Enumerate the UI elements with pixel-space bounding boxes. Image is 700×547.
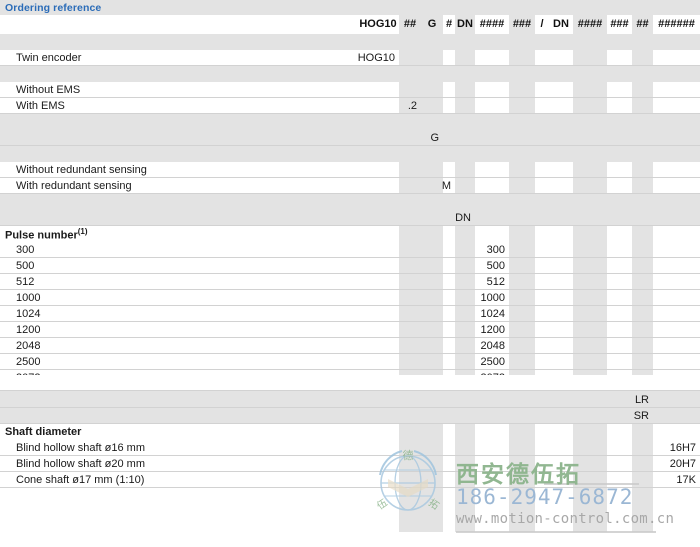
row-background: [0, 34, 700, 50]
option-label: Twin encoder: [16, 52, 82, 64]
ordering-rows: Product Twin encoder HOG10 EMS - Enhanced M…: [0, 34, 700, 402]
option-label: Blind hollow shaft ø16 mm: [16, 442, 145, 454]
option-code: LR: [634, 394, 649, 406]
option-label: With redundant sensing: [16, 180, 132, 192]
svg-text:伍: 伍: [375, 497, 390, 513]
option-label: Without EMS: [16, 84, 81, 96]
option-code: M: [441, 180, 451, 192]
option-row[interactable]: K1, K2, K0DN: [0, 210, 700, 226]
section-header-row: Product: [0, 34, 700, 50]
footnote-marker: (1): [77, 226, 88, 236]
option-row[interactable]: Blind hollow shaft ø16 mm 16H7: [0, 440, 700, 456]
row-background: [0, 146, 700, 162]
option-label: 512: [16, 276, 35, 288]
section-header-row: Pulse number(1): [0, 226, 700, 242]
option-code: DN: [455, 212, 471, 224]
option-row[interactable]: 1200 1200: [0, 322, 700, 338]
option-label: 2048: [16, 340, 41, 352]
row-background: [0, 375, 700, 391]
option-label: With EMS: [16, 100, 65, 112]
option-label: Without redundant sensing: [16, 164, 147, 176]
option-row[interactable]: 1000 1000: [0, 290, 700, 306]
option-row[interactable]: Blind hollow shaft ø20 mm 20H7: [0, 456, 700, 472]
section-label: Shaft diameter: [5, 426, 82, 438]
code-header-cell: ##: [399, 15, 421, 34]
code-header-cell: ####: [475, 15, 509, 34]
option-row[interactable]: With EMS .2: [0, 98, 700, 114]
code-header-cell: ##: [632, 15, 653, 34]
option-code: SR: [633, 410, 649, 422]
row-background: [0, 114, 700, 130]
code-header-cell: /: [535, 15, 549, 34]
option-row[interactable]: Without EMS: [0, 82, 700, 98]
code-header-cell: DN: [549, 15, 573, 34]
option-code: 20H7: [669, 458, 696, 470]
option-code: 2500: [480, 356, 505, 368]
option-row[interactable]: 1024 1024: [0, 306, 700, 322]
row-background: [0, 66, 700, 82]
option-label: Blind hollow shaft ø20 mm: [16, 458, 145, 470]
option-row[interactable]: Without redundant sensing: [0, 162, 700, 178]
option-code: 300: [486, 244, 505, 256]
ordering-reference-table: HOG10##G#DN#######/DN############### Pro…: [0, 15, 700, 533]
code-header-cell: DN: [455, 15, 475, 34]
code-header-cell: ####: [573, 15, 607, 34]
option-label: 1000: [16, 292, 41, 304]
code-header-cell: ###: [607, 15, 632, 34]
code-header-cell: ######: [653, 15, 700, 34]
option-label: 300: [16, 244, 35, 256]
section-header-row: Redundant encoder: [0, 114, 700, 130]
code-header-cell: ###: [509, 15, 535, 34]
code-header-cell: G: [421, 15, 443, 34]
option-code: 1024: [480, 308, 505, 320]
option-label: 1200: [16, 324, 41, 336]
option-label: 500: [16, 260, 35, 272]
option-code: 16H7: [669, 442, 696, 454]
section-header-row: Redundant sensing: [0, 146, 700, 162]
code-header-row: HOG10 ## G # DN #### ### / DN #### ### ## ######: [0, 15, 700, 34]
option-label: Cone shaft ø17 mm (1:10): [16, 474, 145, 486]
option-code: HOG10: [357, 52, 395, 64]
option-row[interactable]: 500 500: [0, 258, 700, 274]
code-header-cell: #: [443, 15, 455, 34]
option-row[interactable]: With redundant sensing M: [0, 178, 700, 194]
row-background: [0, 210, 700, 226]
ordering-reference-title-bar: Ordering reference: [0, 0, 700, 15]
option-row[interactable]: Cone shaft ø17 mm (1:10) 17K: [0, 472, 700, 488]
option-row[interactable]: 2048 2048: [0, 338, 700, 354]
option-row[interactable]: 2500 2500: [0, 354, 700, 370]
section-header-row: EMS - Enhanced Monitoring System: [0, 66, 700, 82]
option-code: 17K: [676, 474, 696, 486]
option-code: 500: [486, 260, 505, 272]
section-label: Pulse number(1): [5, 226, 88, 242]
option-code: G: [430, 132, 439, 144]
row-background: [0, 194, 700, 210]
row-background: [0, 130, 700, 146]
option-label: 2500: [16, 356, 41, 368]
code-header-cell: HOG10: [357, 15, 399, 34]
ordering-rows-tail: Sealing systemDust protectionLRDamp prot…: [0, 376, 700, 488]
option-code: 1000: [480, 292, 505, 304]
option-row[interactable]: Twin encoder HOG10: [0, 50, 700, 66]
row-separator: [0, 390, 700, 391]
clipped-option-row: 9...30 VDC / output stage TTL with inver…: [0, 375, 700, 391]
section-header-row: Shaft diameter: [0, 424, 700, 440]
option-row[interactable]: Dust protectionLR: [0, 392, 700, 408]
option-row[interactable]: 300 300: [0, 242, 700, 258]
option-row[interactable]: 512 512: [0, 274, 700, 290]
section-header-row: Output signals: [0, 194, 700, 210]
option-row[interactable]: Damp protectionSR: [0, 408, 700, 424]
option-code: 1200: [480, 324, 505, 336]
option-code: .2: [407, 100, 417, 112]
option-row[interactable]: With redundant encoderG: [0, 130, 700, 146]
option-code: 2048: [480, 340, 505, 352]
option-label: 1024: [16, 308, 41, 320]
page-title: Ordering reference: [5, 1, 102, 14]
option-code: 512: [486, 276, 505, 288]
